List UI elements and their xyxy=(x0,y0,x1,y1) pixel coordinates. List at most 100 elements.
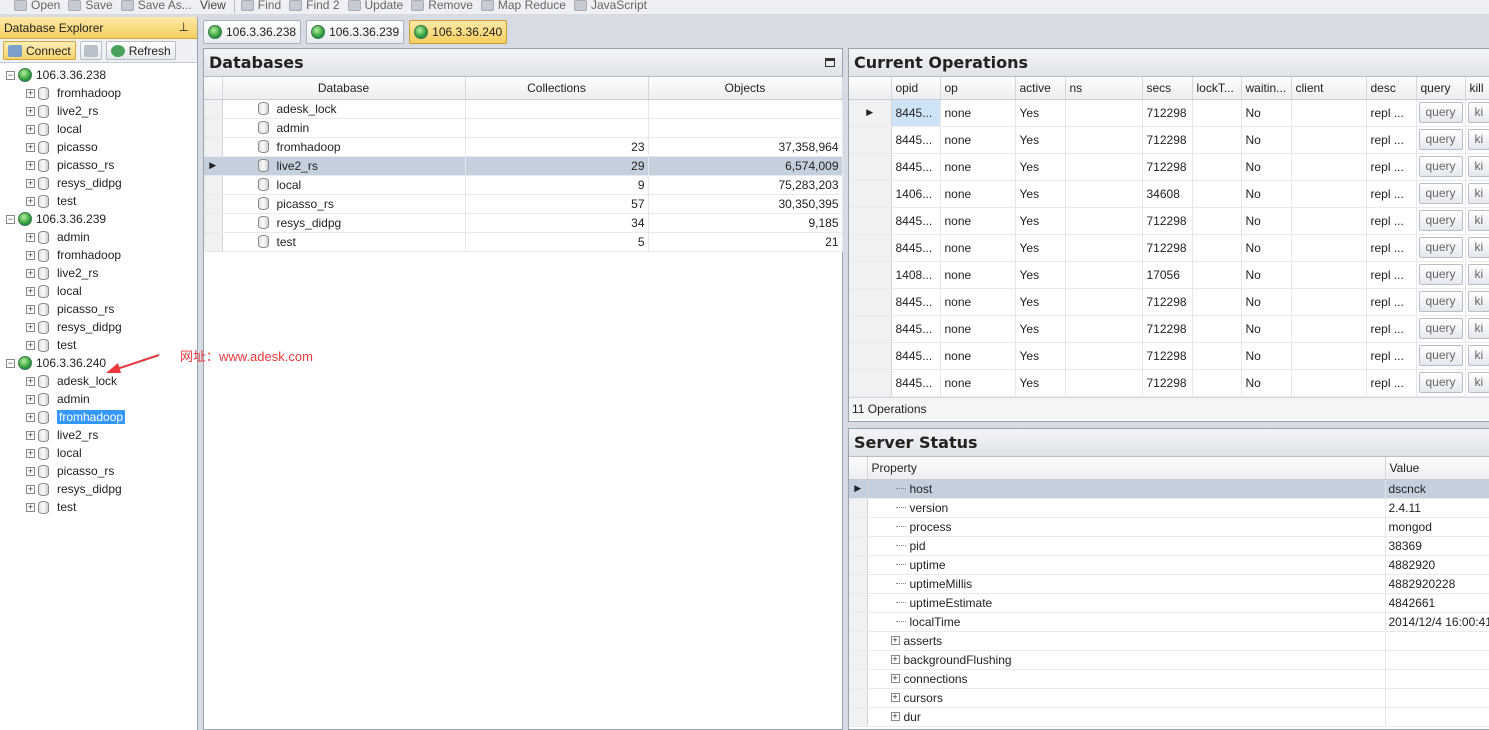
active-cell[interactable]: Yes xyxy=(1015,99,1066,127)
status-row[interactable]: pid 38369 xyxy=(849,536,1489,556)
expand-icon[interactable]: + xyxy=(26,412,35,422)
property-cell[interactable]: + backgroundFlushing xyxy=(867,650,1386,670)
collections-cell[interactable]: 57 xyxy=(465,194,649,214)
query-button[interactable]: query xyxy=(1418,183,1463,204)
database-row[interactable]: resys_didpg 34 9,185 xyxy=(204,213,843,233)
tree-database-node[interactable]: + live2_rs xyxy=(0,264,197,282)
tab-server-3[interactable]: 106.3.36.240 xyxy=(409,20,508,44)
value-cell[interactable]: mongod xyxy=(1385,517,1489,537)
database-name-cell[interactable]: adesk_lock xyxy=(222,99,466,119)
database-name-cell[interactable]: local xyxy=(222,175,466,195)
desc-cell[interactable]: repl ... xyxy=(1366,99,1417,127)
secs-cell[interactable]: 712298 xyxy=(1142,234,1193,262)
row-header[interactable] xyxy=(849,574,868,594)
tree-server-node[interactable]: − 106.3.36.239 xyxy=(0,210,197,228)
desc-cell[interactable]: repl ... xyxy=(1366,207,1417,235)
query-button[interactable]: query xyxy=(1418,291,1463,312)
desc-cell[interactable]: repl ... xyxy=(1366,126,1417,154)
secs-cell[interactable]: 17056 xyxy=(1142,261,1193,289)
row-header[interactable] xyxy=(849,180,892,208)
tree-database-node[interactable]: + local xyxy=(0,444,197,462)
query-button[interactable]: query xyxy=(1418,237,1463,258)
tree-database-node[interactable]: + live2_rs xyxy=(0,102,197,120)
tree-database-node[interactable]: + picasso xyxy=(0,138,197,156)
desc-cell[interactable]: repl ... xyxy=(1366,261,1417,289)
collections-cell[interactable]: 9 xyxy=(465,175,649,195)
waitin-cell[interactable]: No xyxy=(1241,234,1292,262)
expand-icon[interactable]: + xyxy=(26,502,35,512)
status-row[interactable]: version 2.4.11 xyxy=(849,498,1489,518)
objects-cell[interactable]: 6,574,009 xyxy=(648,156,843,176)
query-button[interactable]: query xyxy=(1418,345,1463,366)
property-cell[interactable]: pid xyxy=(867,536,1386,556)
waitin-cell[interactable]: No xyxy=(1241,261,1292,289)
toolbar-button-remove[interactable]: Remove xyxy=(411,0,473,12)
opid-cell[interactable]: 8445... xyxy=(891,315,941,343)
op-cell[interactable]: none xyxy=(940,234,1016,262)
lockt-cell[interactable] xyxy=(1192,99,1242,127)
collections-cell[interactable]: 5 xyxy=(465,232,649,252)
collapse-icon[interactable]: − xyxy=(6,358,15,368)
opid-cell[interactable]: 8445... xyxy=(891,342,941,370)
row-header[interactable] xyxy=(849,536,868,556)
row-header[interactable]: ▶ xyxy=(849,479,868,499)
expand-icon[interactable]: + xyxy=(26,430,35,440)
row-header[interactable] xyxy=(849,234,892,262)
kill-button[interactable]: ki xyxy=(1467,156,1489,177)
opid-cell[interactable]: 8445... xyxy=(891,288,941,316)
toolbar-button-find[interactable]: Find xyxy=(240,0,281,12)
client-cell[interactable] xyxy=(1291,99,1367,127)
expand-icon[interactable]: + xyxy=(26,340,35,350)
pin-icon[interactable]: ⊥ xyxy=(179,20,189,34)
row-header[interactable]: ▶ xyxy=(849,99,892,127)
toolbar-button-open[interactable]: Open xyxy=(14,0,60,12)
tree-database-node[interactable]: + fromhadoop xyxy=(0,84,197,102)
expand-icon[interactable]: + xyxy=(26,466,35,476)
value-cell[interactable]: 38369 xyxy=(1385,536,1489,556)
secs-cell[interactable]: 712298 xyxy=(1142,342,1193,370)
op-cell[interactable]: none xyxy=(940,288,1016,316)
query-button[interactable]: query xyxy=(1418,210,1463,231)
expand-icon[interactable]: + xyxy=(26,178,35,188)
row-header[interactable] xyxy=(849,261,892,289)
row-header[interactable] xyxy=(849,688,868,708)
client-cell[interactable] xyxy=(1291,369,1367,397)
row-header[interactable] xyxy=(204,194,223,214)
secs-cell[interactable]: 34608 xyxy=(1142,180,1193,208)
tree-database-node[interactable]: + resys_didpg xyxy=(0,174,197,192)
kill-button[interactable]: ki xyxy=(1467,183,1489,204)
op-cell[interactable]: none xyxy=(940,180,1016,208)
opid-cell[interactable]: 8445... xyxy=(891,126,941,154)
query-button[interactable]: query xyxy=(1418,372,1463,393)
opid-cell[interactable]: 1408... xyxy=(891,261,941,289)
expand-icon[interactable]: + xyxy=(890,712,900,721)
expand-icon[interactable]: + xyxy=(26,448,35,458)
ns-cell[interactable] xyxy=(1065,342,1143,370)
ns-cell[interactable] xyxy=(1065,180,1143,208)
ns-cell[interactable] xyxy=(1065,99,1143,127)
database-row[interactable]: picasso_rs 57 30,350,395 xyxy=(204,194,843,214)
column-header-client[interactable]: client xyxy=(1291,77,1367,100)
column-header-kill[interactable]: kill xyxy=(1465,77,1489,100)
active-cell[interactable]: Yes xyxy=(1015,180,1066,208)
expand-icon[interactable]: + xyxy=(26,484,35,494)
query-button[interactable]: query xyxy=(1418,102,1463,123)
waitin-cell[interactable]: No xyxy=(1241,99,1292,127)
op-cell[interactable]: none xyxy=(940,315,1016,343)
property-cell[interactable]: host xyxy=(867,479,1386,499)
maximize-icon[interactable] xyxy=(825,58,835,67)
query-button[interactable]: query xyxy=(1418,156,1463,177)
column-header-query[interactable]: query xyxy=(1416,77,1466,100)
row-header[interactable] xyxy=(204,137,223,157)
tree-database-node[interactable]: + test xyxy=(0,192,197,210)
collections-cell[interactable]: 23 xyxy=(465,137,649,157)
toolbar-view-label[interactable]: View xyxy=(200,0,226,12)
toolbar-button-save[interactable]: Save xyxy=(68,0,113,12)
status-row[interactable]: uptimeMillis 4882920228 xyxy=(849,574,1489,594)
property-cell[interactable]: uptime xyxy=(867,555,1386,575)
ns-cell[interactable] xyxy=(1065,261,1143,289)
value-cell[interactable]: dscnck xyxy=(1385,479,1489,499)
secs-cell[interactable]: 712298 xyxy=(1142,207,1193,235)
collections-cell[interactable]: 29 xyxy=(465,156,649,176)
disconnect-button[interactable] xyxy=(79,41,102,60)
